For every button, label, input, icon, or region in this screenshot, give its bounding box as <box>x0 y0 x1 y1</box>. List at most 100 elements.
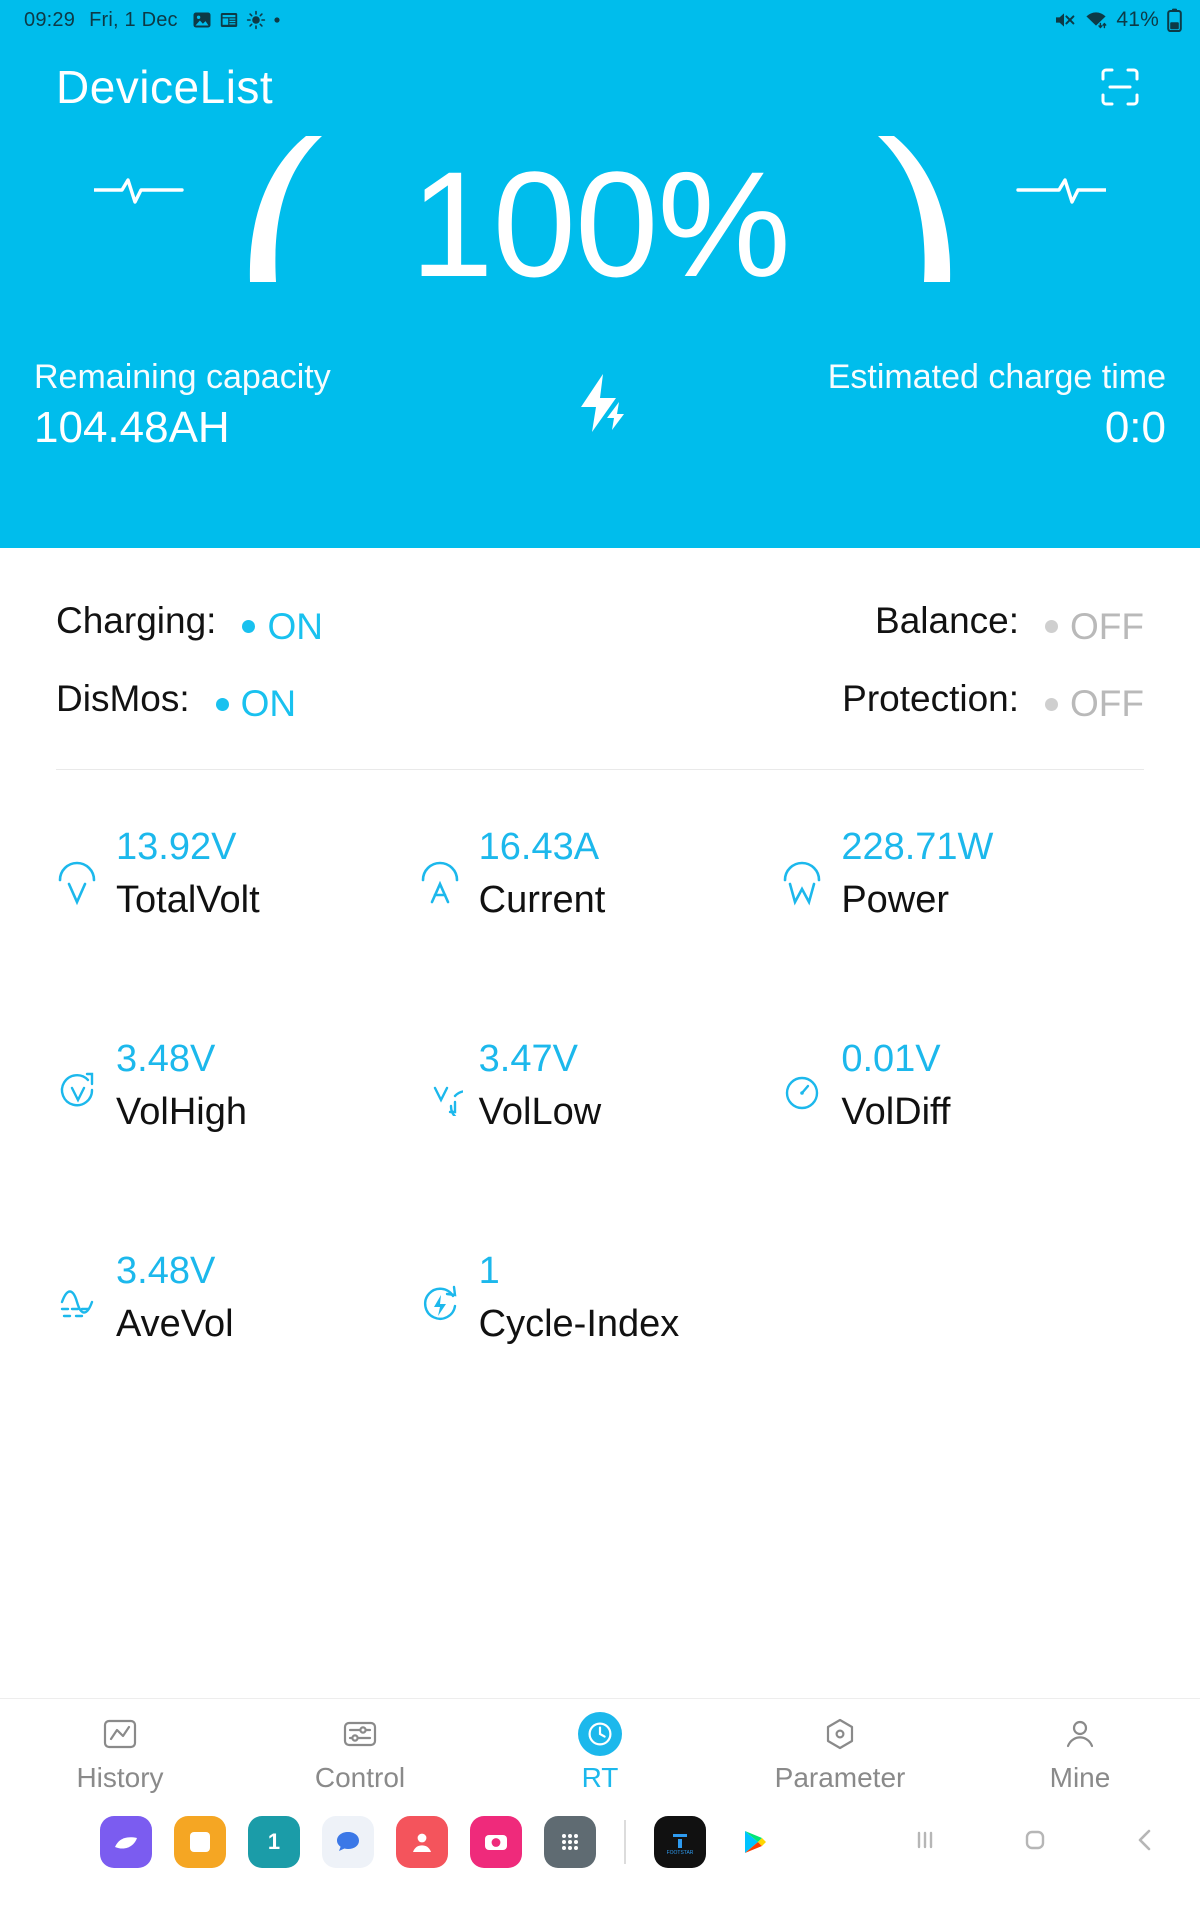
gauge-icon <box>781 1036 825 1121</box>
charge-time-block: Estimated charge time 0:0 <box>828 358 1166 453</box>
section-divider <box>56 769 1144 770</box>
charge-time-value: 0:0 <box>1104 403 1166 452</box>
footstar-app-icon[interactable]: FOOTSTAR <box>654 1816 706 1868</box>
svg-text:FOOTSTAR: FOOTSTAR <box>667 1850 694 1856</box>
charging-value: ON <box>267 605 323 647</box>
status-date: Fri, 1 Dec <box>89 8 178 31</box>
realtime-icon <box>578 1711 622 1756</box>
metric-text: 1 Cycle-Index <box>479 1248 680 1350</box>
status-notification-icons <box>192 10 281 30</box>
remaining-capacity-block: Remaining capacity 104.48AH <box>34 358 331 453</box>
metric-value: 3.48V <box>116 1250 216 1292</box>
protection-status[interactable]: Protection: OFF <box>842 678 1144 726</box>
tab-control[interactable]: Control <box>240 1714 480 1794</box>
sliders-icon <box>341 1714 379 1754</box>
average-wave-icon <box>56 1248 100 1333</box>
metric-totalvolt: 13.92V TotalVolt <box>56 824 419 1036</box>
tab-label: Parameter <box>774 1761 906 1793</box>
balance-value: OFF <box>1070 605 1144 647</box>
metric-text: 3.47V VolLow <box>479 1036 602 1138</box>
charging-status[interactable]: Charging: ON <box>56 600 323 648</box>
state-of-charge-display: 100% <box>24 134 1176 314</box>
metric-voldiff: 0.01V VolDiff <box>781 1036 1144 1248</box>
tab-label: Control <box>314 1761 406 1793</box>
notes-app-icon[interactable] <box>174 1816 226 1868</box>
status-toggle-section: Charging: ON Balance: OFF DisMos: ON Pro… <box>56 548 1144 725</box>
metric-text: 0.01V VolDiff <box>841 1036 950 1138</box>
metric-value: 13.92V <box>116 826 237 868</box>
metric-text: 3.48V AveVol <box>116 1248 234 1350</box>
status-bar-right: 41% <box>1054 8 1182 32</box>
battery-percent-label: 41% <box>1116 8 1159 31</box>
volt-arc-icon <box>56 824 100 913</box>
metric-label: Current <box>478 879 606 921</box>
volt-low-icon <box>419 1036 482 1123</box>
apps-grid-icon[interactable] <box>544 1816 596 1868</box>
tab-parameter[interactable]: Parameter <box>720 1714 960 1794</box>
metric-label: VolHigh <box>116 1091 247 1133</box>
android-status-bar: 09:29 Fri, 1 Dec 41% <box>0 0 1200 40</box>
mute-icon <box>1054 10 1076 30</box>
contacts-app-icon[interactable] <box>396 1816 448 1868</box>
dismos-state: ON <box>215 683 297 725</box>
ampere-arc-icon <box>419 824 463 913</box>
capacity-summary-row: Remaining capacity 104.48AH Estimated ch… <box>24 358 1176 453</box>
recents-button[interactable] <box>908 1823 942 1862</box>
back-button[interactable] <box>1128 1823 1162 1862</box>
dismos-status[interactable]: DisMos: ON <box>56 678 296 726</box>
metric-value: 16.43A <box>478 826 600 868</box>
tab-rt[interactable]: RT <box>480 1711 720 1794</box>
metric-text: 16.43A Current <box>479 824 606 926</box>
status-row-2: DisMos: ON Protection: OFF <box>56 678 1144 726</box>
header-top-row: DeviceList <box>24 40 1176 120</box>
android-nav-buttons <box>870 1808 1200 1876</box>
dot-icon <box>273 16 281 24</box>
battery-icon <box>1167 8 1182 32</box>
tab-label: RT <box>581 1761 619 1793</box>
home-button[interactable] <box>1018 1823 1052 1862</box>
metrics-grid: 13.92V TotalVolt 16.43A Current 228.71W … <box>56 824 1144 1460</box>
status-time: 09:29 <box>24 8 76 31</box>
gallery-app-icon[interactable] <box>100 1816 152 1868</box>
metric-value: 3.48V <box>116 1038 216 1080</box>
watt-arc-icon <box>781 824 825 913</box>
scan-icon[interactable] <box>1098 65 1176 109</box>
metric-value: 228.71W <box>841 826 994 868</box>
status-row-1: Charging: ON Balance: OFF <box>56 600 1144 648</box>
play-store-icon[interactable] <box>728 1816 780 1868</box>
dismos-value: ON <box>240 683 297 724</box>
protection-value: OFF <box>1070 683 1144 724</box>
metric-label: TotalVolt <box>116 879 260 921</box>
tab-history[interactable]: History <box>0 1714 240 1794</box>
balance-status-dot <box>1045 620 1059 633</box>
charging-state: ON <box>242 606 323 648</box>
news-icon <box>219 10 239 30</box>
calendar-app-icon[interactable]: 1 <box>248 1816 300 1868</box>
pulse-line-right-icon <box>1006 172 1108 213</box>
camera-app-icon[interactable] <box>470 1816 522 1868</box>
metric-label: Cycle-Index <box>478 1303 680 1345</box>
messages-app-icon[interactable] <box>322 1816 374 1868</box>
pulse-line-left-icon <box>92 172 194 213</box>
charging-bolt-icon <box>572 372 628 439</box>
charge-time-label: Estimated charge time <box>827 358 1166 396</box>
metric-label: Power <box>841 879 950 921</box>
remaining-capacity-label: Remaining capacity <box>34 358 331 396</box>
image-icon <box>192 10 212 30</box>
metric-value: 0.01V <box>841 1038 941 1080</box>
metric-vollow: 3.47V VolLow <box>419 1036 782 1248</box>
status-bar-left: 09:29 Fri, 1 Dec <box>24 9 281 32</box>
balance-status[interactable]: Balance: OFF <box>875 600 1144 648</box>
person-icon <box>1061 1714 1099 1754</box>
soc-percent-value: 100% <box>410 140 791 308</box>
page-title: DeviceList <box>56 61 274 113</box>
app-header: DeviceList 100% Remaining capacity 104.4… <box>0 40 1200 548</box>
tab-label: Mine <box>1049 1761 1111 1793</box>
metric-current: 16.43A Current <box>419 824 782 1036</box>
metric-label: AveVol <box>116 1303 234 1345</box>
dismos-label: DisMos: <box>56 677 190 719</box>
tab-mine[interactable]: Mine <box>960 1714 1200 1794</box>
charging-label: Charging: <box>56 600 217 641</box>
chart-icon <box>101 1714 139 1754</box>
charging-status-dot <box>242 620 256 633</box>
